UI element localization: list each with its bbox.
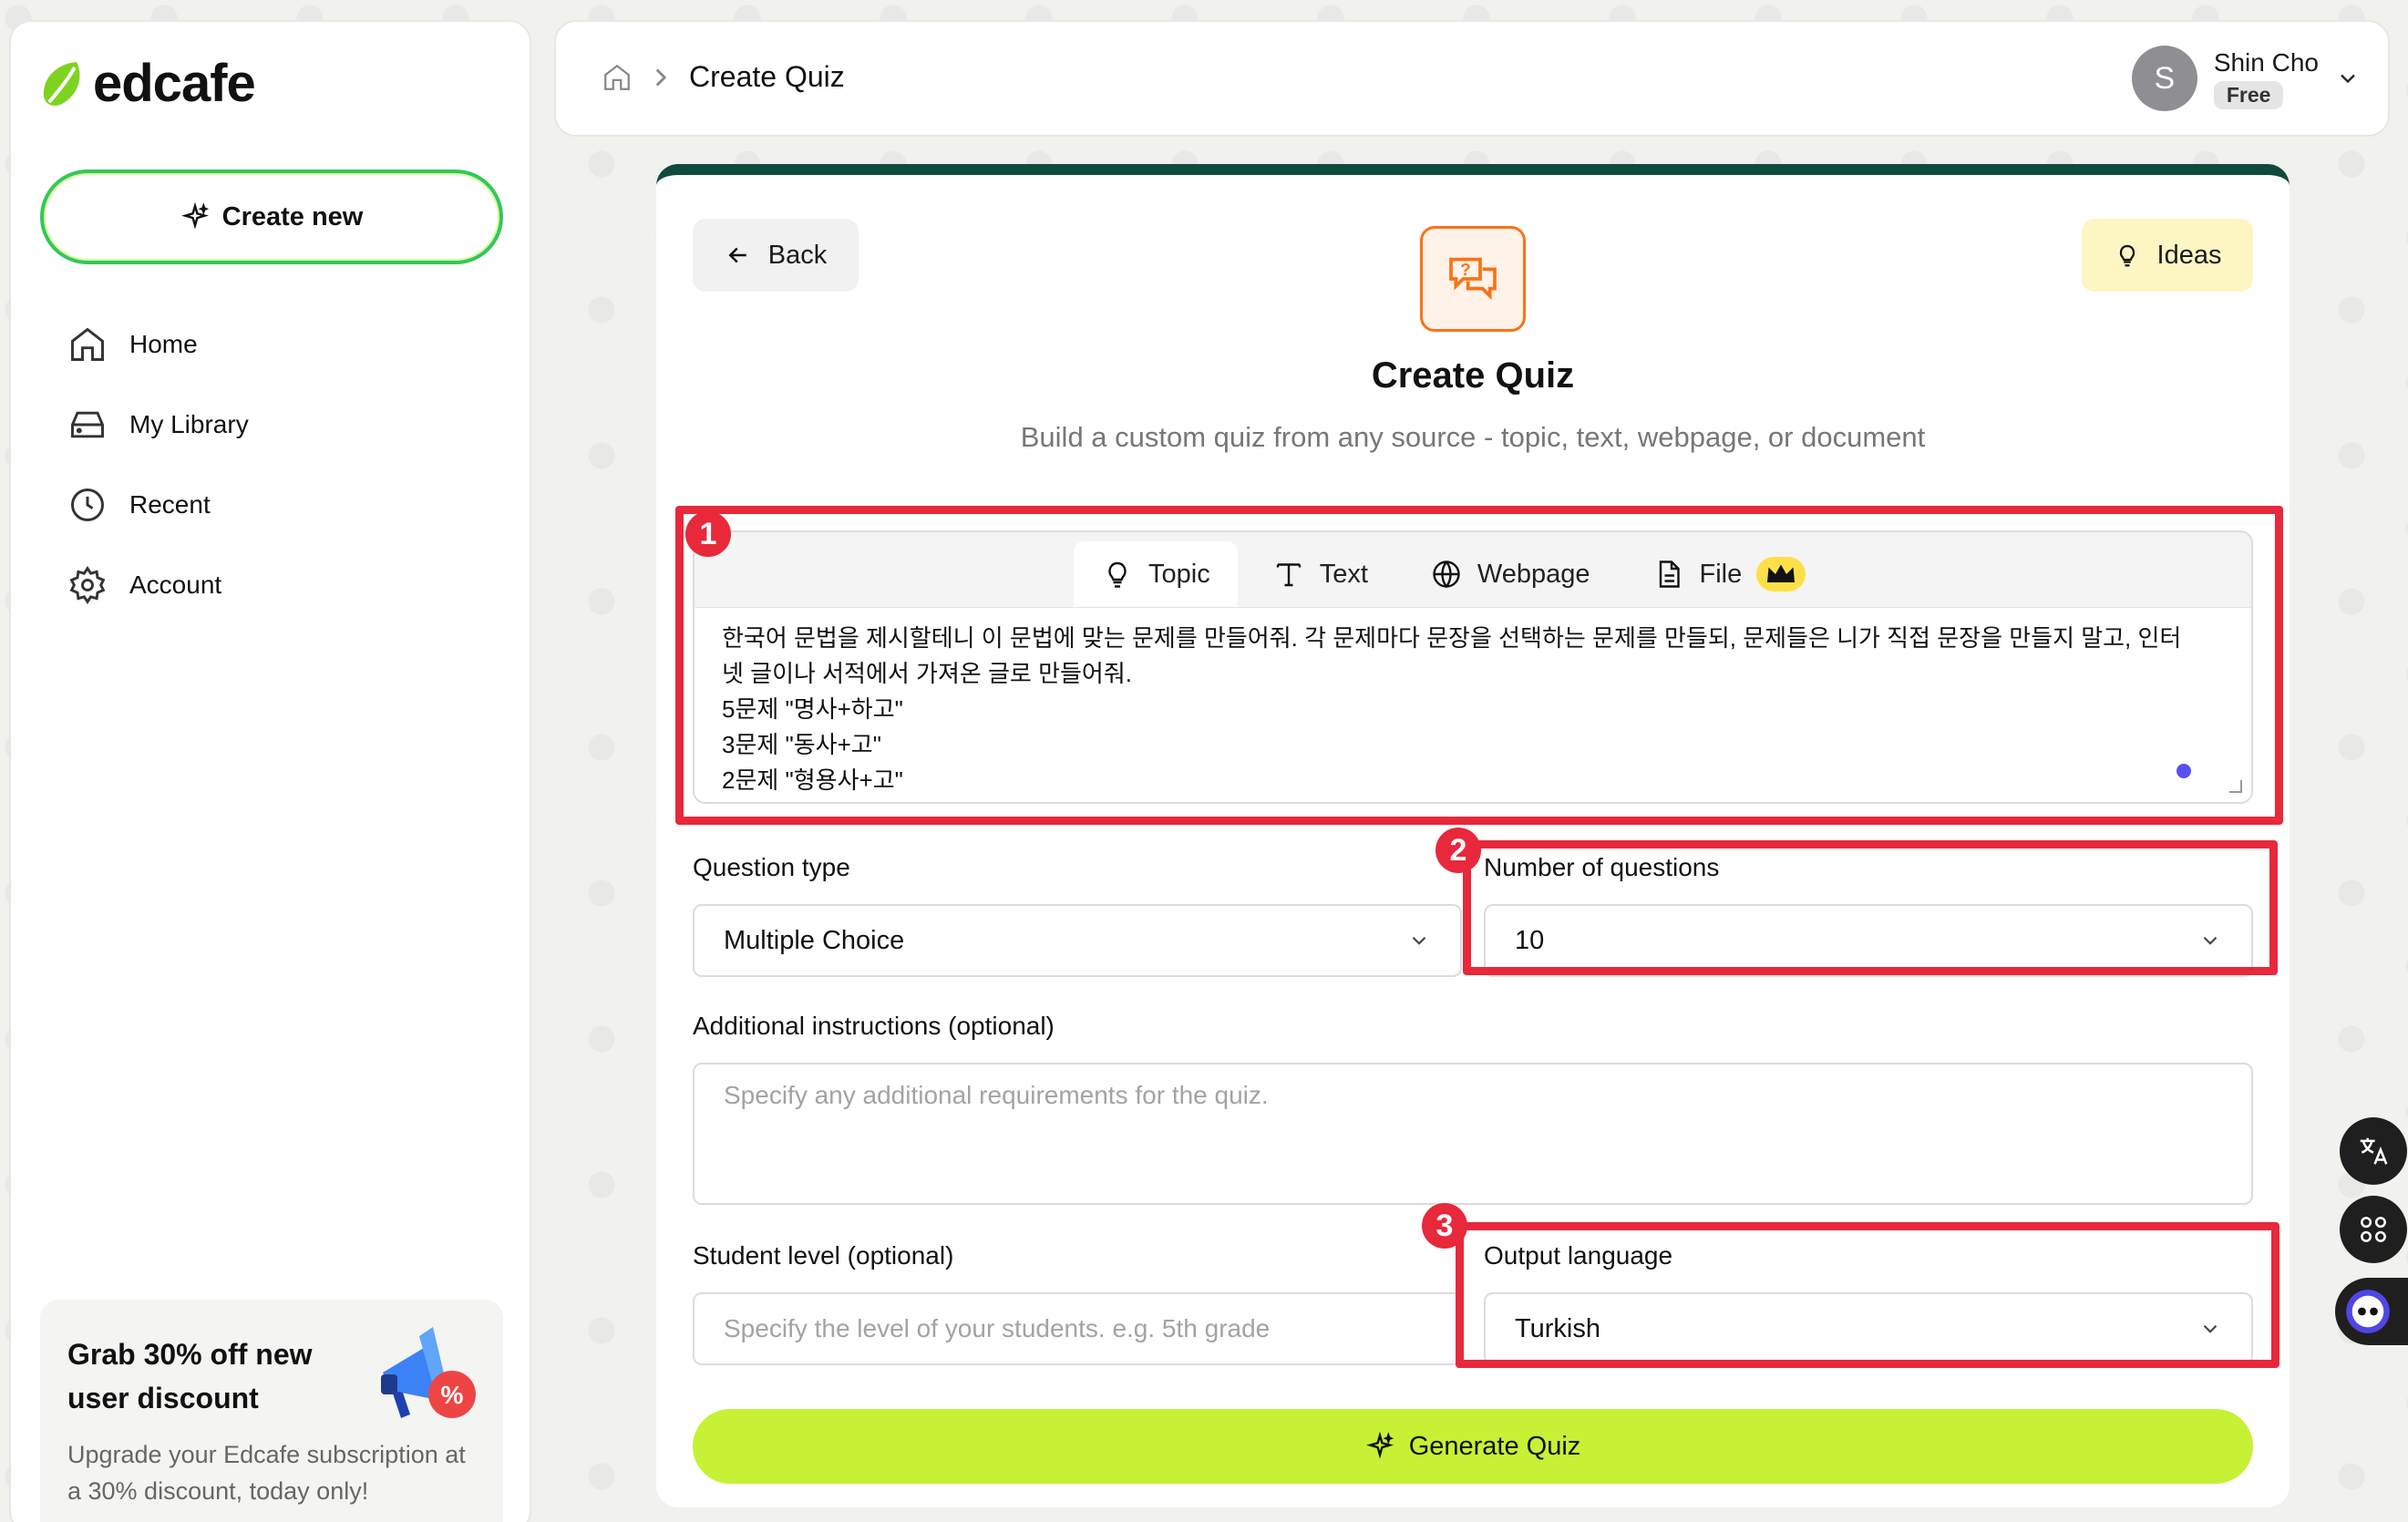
apps-button[interactable] — [2340, 1196, 2407, 1263]
clock-icon — [71, 488, 104, 521]
user-name: Shin Cho — [2213, 47, 2319, 77]
chevron-down-icon[interactable] — [2335, 66, 2361, 91]
megaphone-icon: % — [381, 1327, 476, 1418]
home-icon — [71, 327, 104, 361]
gear-icon — [69, 566, 106, 604]
translate-icon — [2360, 1137, 2388, 1165]
lightbulb-icon — [2119, 244, 2135, 267]
promo-title: Grab 30% off new user discount — [67, 1338, 313, 1414]
sidebar-item-label: Home — [129, 330, 198, 358]
annotation-number-2: 2 — [1436, 828, 1481, 873]
command-icon — [2361, 1217, 2386, 1242]
generate-quiz-button[interactable]: Generate Quiz — [693, 1409, 2253, 1484]
plan-badge: Free — [2213, 80, 2284, 109]
question-type-select[interactable]: Multiple Choice — [693, 904, 1462, 977]
additional-instructions-label: Additional instructions (optional) — [693, 1012, 1055, 1040]
generate-label: Generate Quiz — [1408, 1431, 1581, 1461]
promo-card[interactable]: Grab 30% off new user discount Upgrade y… — [40, 1300, 503, 1522]
sidebar-item-label: My Library — [129, 410, 249, 438]
back-label: Back — [767, 240, 828, 270]
annotation-number-1: 1 — [685, 511, 731, 557]
user-menu[interactable]: S Shin Cho Free — [2131, 46, 2361, 111]
sidebar: edcafe Create new Home My Library Recent… — [9, 20, 531, 1522]
question-type-value: Multiple Choice — [724, 925, 905, 955]
breadcrumb: Create Quiz — [602, 60, 845, 94]
create-new-label: Create new — [221, 201, 364, 231]
logo[interactable]: edcafe — [38, 53, 256, 114]
sparkle-icon — [180, 202, 209, 230]
chevron-right-icon — [655, 67, 667, 87]
sidebar-item-label: Recent — [129, 490, 211, 519]
ideas-label: Ideas — [2156, 240, 2222, 270]
question-type-label: Question type — [693, 853, 850, 881]
sidebar-item-label: Account — [129, 571, 222, 599]
page-title: Create Quiz — [1371, 355, 1575, 396]
create-new-button[interactable]: Create new — [40, 170, 503, 264]
annotation-box-2 — [1463, 840, 2278, 975]
assistant-launcher[interactable] — [2335, 1278, 2408, 1345]
additional-instructions-field[interactable]: Specify any additional requirements for … — [693, 1063, 2253, 1205]
logo-text: edcafe — [93, 54, 256, 113]
back-button[interactable]: Back — [693, 219, 859, 292]
leaf-logo-icon — [43, 61, 80, 106]
sidebar-item-my-library[interactable]: My Library — [67, 385, 249, 465]
student-level-label: Student level (optional) — [693, 1241, 954, 1270]
annotation-box-3 — [1456, 1222, 2279, 1368]
avatar: S — [2131, 46, 2197, 111]
page-subtitle: Build a custom quiz from any source - to… — [1020, 421, 1926, 453]
student-level-field[interactable]: Specify the level of your students. e.g.… — [693, 1292, 1462, 1365]
sidebar-item-recent[interactable]: Recent — [67, 465, 249, 545]
chevron-down-icon — [1412, 936, 1426, 945]
promo-text: Upgrade your Edcafe subscription at a 30… — [67, 1441, 466, 1505]
sidebar-item-home[interactable]: Home — [67, 304, 249, 385]
arrow-left-icon — [728, 247, 746, 263]
assistant-face-icon — [2346, 1290, 2390, 1333]
svg-text:%: % — [441, 1381, 464, 1409]
library-icon — [71, 411, 104, 438]
annotation-number-3: 3 — [1422, 1203, 1467, 1249]
sidebar-item-account[interactable]: Account — [67, 545, 249, 625]
sparkle-icon — [1365, 1432, 1394, 1459]
annotation-box-1 — [675, 506, 2283, 825]
top-header: Create Quiz S Shin Cho Free — [554, 20, 2390, 137]
translate-button[interactable] — [2340, 1117, 2407, 1185]
breadcrumb-current: Create Quiz — [689, 60, 845, 93]
home-icon[interactable] — [602, 62, 633, 93]
ideas-button[interactable]: Ideas — [2082, 219, 2253, 292]
svg-text:?: ? — [1460, 260, 1470, 279]
sidebar-nav: Home My Library Recent Account — [67, 304, 249, 625]
quiz-icon: ? — [1420, 226, 1526, 332]
